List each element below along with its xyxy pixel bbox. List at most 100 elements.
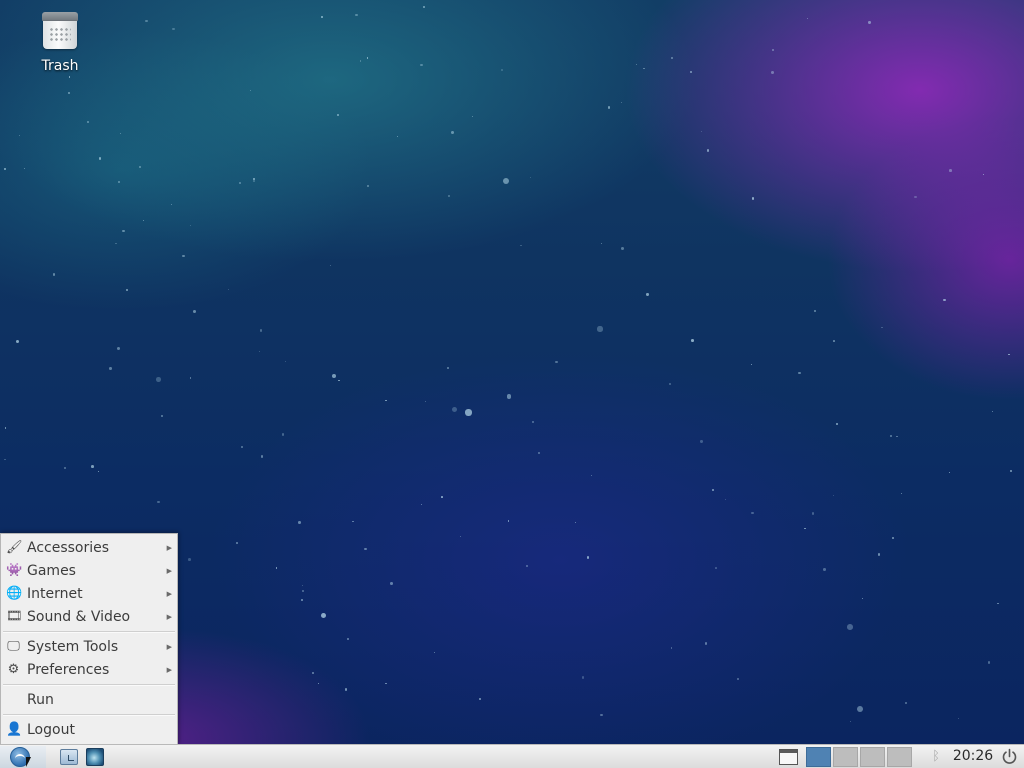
- star: [18, 135, 20, 137]
- menu-item-games[interactable]: 👾 Games ▶: [1, 560, 177, 582]
- submenu-arrow-icon: ▶: [166, 544, 172, 552]
- star: [771, 70, 775, 74]
- menu-item-run[interactable]: Run: [1, 689, 177, 711]
- star: [877, 553, 881, 556]
- star: [772, 49, 775, 52]
- star: [5, 427, 7, 429]
- menu-item-system-tools[interactable]: 🖵 System Tools ▶: [1, 636, 177, 658]
- star: [507, 520, 510, 522]
- star: [714, 566, 717, 569]
- star: [501, 68, 504, 72]
- web-browser-launcher[interactable]: [84, 746, 106, 768]
- star: [949, 169, 952, 172]
- star: [98, 157, 102, 160]
- menu-item-logout[interactable]: 👤 Logout: [1, 719, 177, 741]
- star: [857, 705, 863, 712]
- show-desktop-button[interactable]: [777, 746, 799, 768]
- star: [161, 414, 164, 418]
- star: [704, 641, 708, 645]
- star: [359, 60, 361, 62]
- system-tools-icon: 🖵: [7, 639, 20, 654]
- menu-item-label: Accessories: [27, 540, 110, 556]
- star: [525, 565, 528, 568]
- star: [814, 309, 817, 312]
- bluetooth-icon[interactable]: ᛒ: [929, 748, 943, 766]
- star: [804, 527, 806, 530]
- star: [849, 721, 851, 723]
- menu-item-accessories[interactable]: 🖌 Accessories ▶: [1, 537, 177, 559]
- workspace-4[interactable]: [887, 747, 912, 767]
- star: [479, 697, 482, 700]
- menu-item-label: Preferences: [27, 662, 110, 678]
- menu-item-label: Games: [27, 563, 76, 579]
- star: [236, 541, 239, 544]
- star: [260, 455, 264, 458]
- menu-item-preferences[interactable]: ⚙ Preferences ▶: [1, 659, 177, 681]
- power-icon[interactable]: [1001, 748, 1018, 765]
- star: [451, 130, 454, 134]
- star: [889, 434, 892, 437]
- submenu-arrow-icon: ▶: [166, 590, 172, 598]
- desktop-icon-trash[interactable]: Trash: [22, 10, 98, 74]
- star: [117, 180, 120, 183]
- menu-item-label: Internet: [27, 586, 83, 602]
- menu-item-label: Logout: [27, 722, 75, 738]
- star: [862, 598, 864, 600]
- star: [441, 496, 443, 498]
- star: [119, 132, 122, 134]
- star: [434, 651, 436, 654]
- star: [700, 130, 703, 133]
- star: [320, 613, 326, 619]
- star: [957, 717, 959, 719]
- star: [751, 197, 755, 200]
- star: [600, 713, 603, 717]
- show-desktop-icon: [779, 749, 798, 765]
- star: [822, 567, 826, 571]
- star: [253, 177, 256, 181]
- star: [301, 589, 305, 593]
- star: [52, 273, 56, 276]
- preferences-icon: ⚙: [7, 662, 20, 677]
- star: [189, 377, 192, 379]
- star: [336, 113, 340, 116]
- star: [97, 471, 99, 473]
- star: [833, 340, 835, 343]
- menu-item-label: System Tools: [27, 639, 119, 655]
- workspace-3[interactable]: [860, 747, 885, 767]
- star: [346, 638, 349, 641]
- star: [240, 446, 243, 449]
- star: [116, 347, 120, 351]
- star: [188, 558, 192, 562]
- star: [1009, 470, 1012, 473]
- star: [575, 522, 577, 524]
- star: [597, 326, 603, 332]
- workspace-1[interactable]: [806, 747, 831, 767]
- star: [239, 182, 242, 185]
- star: [301, 599, 304, 602]
- clock[interactable]: 20:26: [951, 745, 995, 767]
- workspace-2[interactable]: [833, 747, 858, 767]
- star: [170, 203, 173, 206]
- star: [448, 195, 450, 198]
- start-menu-button[interactable]: [0, 746, 46, 768]
- sound-video-icon: 🎞: [6, 609, 23, 624]
- star: [636, 63, 638, 65]
- star: [338, 379, 340, 382]
- accessories-icon: 🖌: [6, 540, 23, 555]
- file-manager-launcher[interactable]: [58, 746, 80, 768]
- internet-icon: 🌐: [6, 586, 23, 601]
- menu-item-sound-video[interactable]: 🎞 Sound & Video ▶: [1, 606, 177, 628]
- star: [847, 623, 853, 630]
- star: [317, 682, 320, 685]
- star: [364, 547, 367, 550]
- menu-item-internet[interactable]: 🌐 Internet ▶: [1, 583, 177, 605]
- star: [581, 676, 585, 679]
- star: [555, 360, 558, 364]
- star: [881, 326, 884, 329]
- star: [621, 246, 625, 250]
- star: [109, 367, 112, 371]
- trash-icon: [42, 10, 78, 50]
- star: [275, 567, 277, 569]
- star: [736, 677, 740, 681]
- star: [807, 18, 809, 20]
